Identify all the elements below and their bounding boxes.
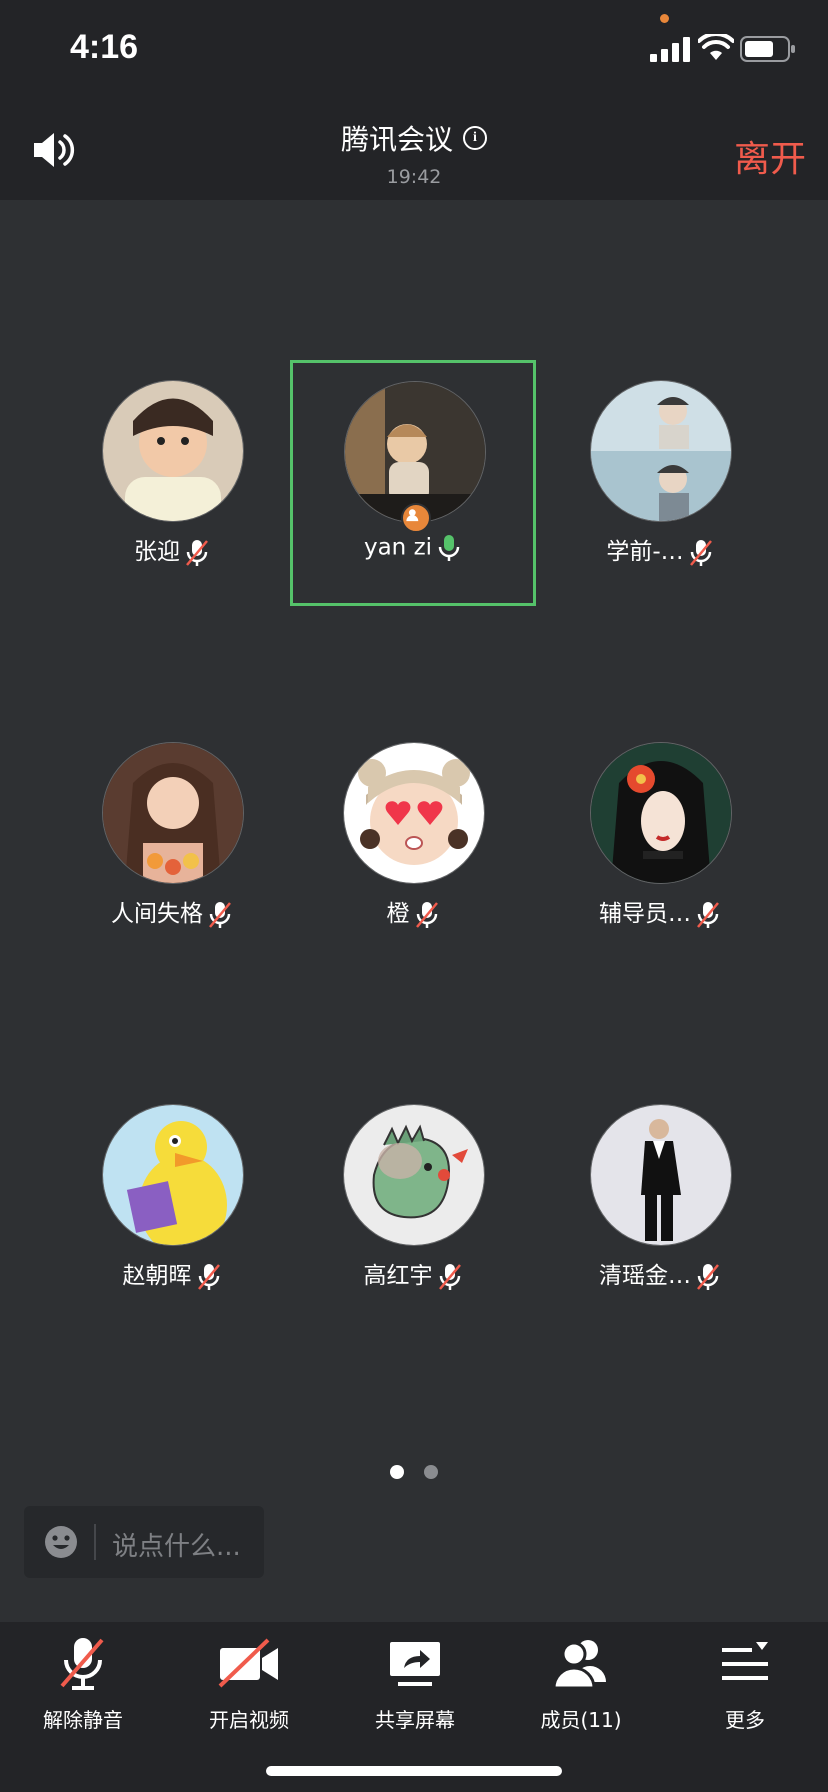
participant-name-text: 橙 (386, 901, 410, 927)
mic-muted-icon (184, 538, 210, 568)
mic-muted-icon (414, 900, 440, 930)
wifi-icon (698, 34, 734, 60)
participant-tile[interactable]: 人间失格 (49, 722, 295, 968)
start-video-label: 开启视频 (209, 1708, 289, 1732)
avatar (102, 742, 244, 884)
participant-name-text: 学前-… (606, 539, 684, 565)
avatar (102, 380, 244, 522)
participant-tile[interactable]: 高红宇 (290, 1084, 536, 1330)
chat-placeholder: 说点什么... (112, 1532, 241, 1562)
mic-muted-icon (196, 1262, 222, 1292)
participant-name-text: 赵朝晖 (122, 1263, 192, 1289)
privacy-indicator (660, 14, 669, 23)
participant-tile-active[interactable]: yan zi (290, 360, 536, 606)
status-bar: 4:16 (0, 0, 828, 100)
meeting-title[interactable]: 腾讯会议 i (0, 118, 828, 158)
chat-input[interactable]: 说点什么... (24, 1506, 264, 1578)
battery-icon (740, 36, 795, 62)
participant-tile[interactable]: 辅导员… (537, 722, 783, 968)
info-icon[interactable]: i (463, 126, 487, 150)
participant-name: 学前-… (537, 532, 783, 568)
mic-on-icon (436, 533, 462, 563)
participant-name: yan zi (293, 533, 533, 563)
home-indicator[interactable] (266, 1766, 562, 1776)
unmute-label: 解除静音 (43, 1708, 123, 1732)
mic-muted-icon (695, 900, 721, 930)
participant-tile[interactable]: 橙 (290, 722, 536, 968)
status-time: 4:16 (70, 28, 139, 66)
avatar (590, 1104, 732, 1246)
meeting-duration: 19:42 (386, 166, 442, 188)
members-button[interactable]: 成员(11) (498, 1634, 664, 1744)
avatar (344, 381, 486, 523)
video-off-icon (218, 1638, 278, 1688)
members-label: 成员(11) (540, 1708, 622, 1732)
page-indicator[interactable] (0, 1464, 828, 1483)
mic-muted-icon (695, 1262, 721, 1292)
unmute-button[interactable]: 解除静音 (0, 1634, 166, 1744)
more-button[interactable]: 更多 (662, 1634, 828, 1744)
participant-tile[interactable]: 清瑶金… (537, 1084, 783, 1330)
participant-name: 赵朝晖 (49, 1256, 295, 1292)
participant-name: 清瑶金… (537, 1256, 783, 1292)
participant-name: 高红宇 (290, 1256, 536, 1292)
members-icon (552, 1640, 606, 1690)
participant-tile[interactable]: 张迎 (49, 360, 295, 606)
participant-name-text: 清瑶金… (599, 1263, 691, 1289)
participant-name: 橙 (290, 894, 536, 930)
cellular-signal-icon (650, 37, 690, 62)
more-label: 更多 (725, 1708, 765, 1732)
bottom-toolbar: 解除静音 开启视频 共享屏幕 成员(11) 更多 (0, 1622, 828, 1792)
emoji-icon[interactable] (44, 1525, 78, 1559)
share-screen-button[interactable]: 共享屏幕 (332, 1634, 498, 1744)
mic-muted-icon (207, 900, 233, 930)
participant-name-text: 人间失格 (111, 901, 203, 927)
avatar (590, 380, 732, 522)
avatar (343, 1104, 485, 1246)
avatar (343, 742, 485, 884)
participant-tile[interactable]: 赵朝晖 (49, 1084, 295, 1330)
mic-muted-icon (60, 1638, 104, 1690)
participant-name: 辅导员… (537, 894, 783, 930)
participant-name: 人间失格 (49, 894, 295, 930)
share-screen-icon (390, 1642, 440, 1686)
mic-muted-icon (437, 1262, 463, 1292)
mic-muted-icon (688, 538, 714, 568)
avatar (102, 1104, 244, 1246)
participant-name-text: yan zi (363, 534, 433, 561)
page-dot-active[interactable] (390, 1465, 404, 1479)
host-icon (401, 503, 431, 533)
leave-button[interactable]: 离开 (734, 130, 806, 182)
divider (94, 1524, 96, 1560)
meeting-header: 腾讯会议 i 19:42 离开 (0, 100, 828, 200)
share-screen-label: 共享屏幕 (375, 1708, 455, 1732)
page-dot[interactable] (424, 1465, 438, 1479)
meeting-title-text: 腾讯会议 (340, 123, 453, 156)
start-video-button[interactable]: 开启视频 (166, 1634, 332, 1744)
participant-name-text: 张迎 (134, 539, 180, 565)
participant-name-text: 高红宇 (363, 1263, 433, 1289)
participant-tile[interactable]: 学前-… (537, 360, 783, 606)
avatar (590, 742, 732, 884)
more-menu-icon (722, 1642, 768, 1680)
participant-name: 张迎 (49, 532, 295, 568)
participant-name-text: 辅导员… (599, 901, 691, 927)
